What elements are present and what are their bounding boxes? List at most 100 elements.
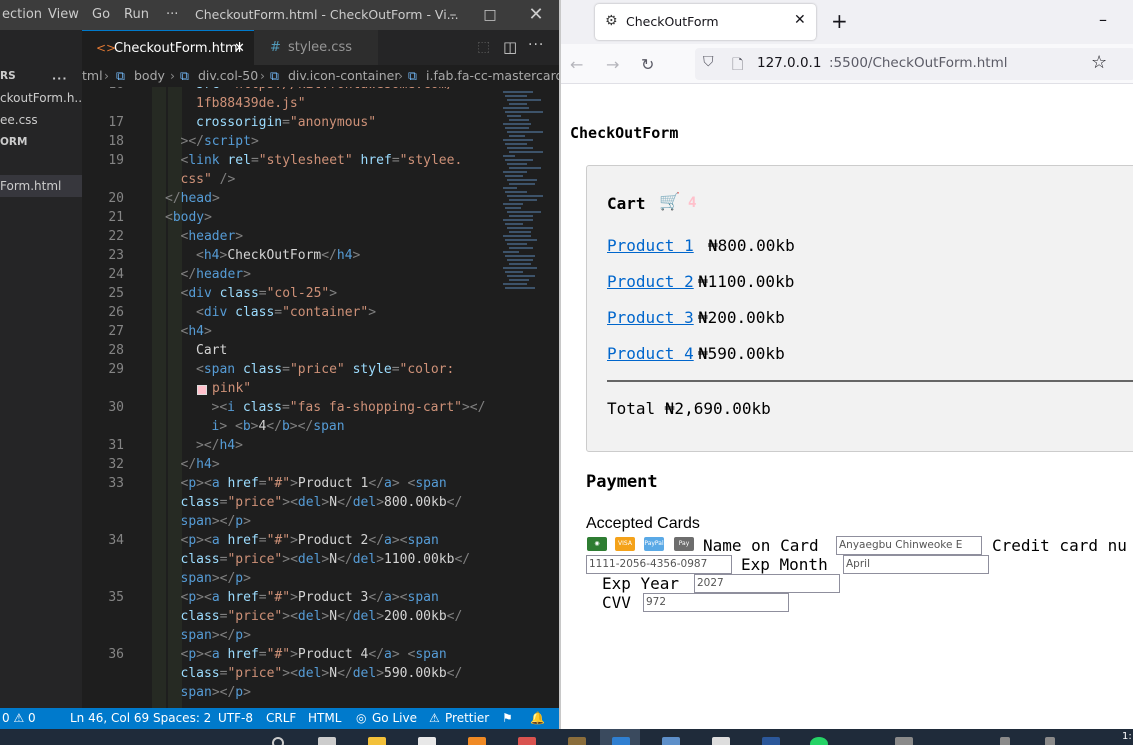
color-swatch-icon[interactable] bbox=[197, 385, 207, 395]
whatsapp-icon[interactable] bbox=[810, 737, 828, 745]
code-line[interactable]: <div class="container"> bbox=[196, 305, 376, 320]
code-line[interactable]: span></p> bbox=[181, 685, 251, 700]
paint-icon[interactable] bbox=[568, 737, 586, 745]
eol-status[interactable]: CRLF bbox=[266, 708, 296, 729]
minimize-icon[interactable]: – bbox=[438, 4, 468, 26]
code-line[interactable]: crossorigin="anonymous" bbox=[196, 115, 376, 130]
code-line[interactable]: <h4> bbox=[181, 324, 212, 339]
code-line[interactable]: </h4> bbox=[181, 457, 220, 472]
notepad-icon[interactable] bbox=[712, 737, 730, 745]
code-line[interactable]: <body> bbox=[165, 210, 212, 225]
product-3-link[interactable]: Product 3 bbox=[607, 308, 694, 327]
code-line[interactable]: pink" bbox=[212, 381, 251, 396]
page-info-icon[interactable]: 🗋 bbox=[732, 54, 743, 78]
reload-icon[interactable]: ↻ bbox=[641, 55, 654, 74]
vscode-icon[interactable] bbox=[612, 737, 630, 745]
code-line[interactable]: span></p> bbox=[181, 571, 251, 586]
code-line[interactable]: ></h4> bbox=[196, 438, 243, 453]
sidebar-item-form-html[interactable]: Form.html bbox=[0, 175, 82, 197]
minimize-icon[interactable]: – bbox=[1099, 10, 1107, 29]
indent-status[interactable]: Spaces: 2 bbox=[153, 708, 211, 729]
tab-close-icon[interactable]: ✕ bbox=[794, 12, 806, 28]
code-line[interactable]: <p><a href="#">Product 2</a><span bbox=[181, 533, 439, 548]
menu-selection[interactable]: ection bbox=[2, 7, 42, 22]
exp-year-input[interactable]: 2027 bbox=[694, 574, 840, 593]
breadcrumb-item[interactable]: i.fab.fa-cc-mastercard bbox=[426, 65, 559, 87]
split-editor-icon[interactable]: ◫ bbox=[503, 38, 517, 56]
volume-icon[interactable] bbox=[1045, 737, 1055, 745]
menu-run[interactable]: Run bbox=[124, 7, 149, 22]
editor-scrollbar[interactable] bbox=[545, 87, 559, 708]
url-bar[interactable]: ⛉ 🗋 127.0.0.1 :5500/CheckOutForm.html ☆ bbox=[695, 48, 1133, 80]
code-line[interactable]: <link rel="stylesheet" href="stylee. bbox=[181, 153, 463, 168]
menu-view[interactable]: View bbox=[48, 7, 79, 22]
language-status[interactable]: HTML bbox=[308, 708, 341, 729]
cvv-input[interactable]: 972 bbox=[643, 593, 789, 612]
tray-icon[interactable] bbox=[895, 737, 913, 745]
product-2-link[interactable]: Product 2 bbox=[607, 272, 694, 291]
app-icon[interactable] bbox=[662, 737, 680, 745]
credit-card-input[interactable]: 1111-2056-4356-0987 bbox=[586, 555, 732, 574]
close-icon[interactable]: ✕ bbox=[521, 4, 551, 26]
editor-more-icon[interactable]: ··· bbox=[528, 37, 544, 53]
breadcrumb-item[interactable]: body bbox=[134, 65, 165, 87]
code-line[interactable]: ></script> bbox=[181, 134, 259, 149]
network-icon[interactable] bbox=[1000, 737, 1010, 745]
minimap[interactable] bbox=[500, 87, 545, 297]
file-explorer-icon[interactable] bbox=[368, 737, 386, 745]
back-icon[interactable]: ← bbox=[570, 55, 583, 74]
search-icon[interactable] bbox=[272, 737, 284, 745]
menu-go[interactable]: Go bbox=[92, 7, 110, 22]
bookmark-star-icon[interactable]: ☆ bbox=[1091, 52, 1107, 73]
code-line[interactable]: class="price"><del>N</del>1100.00kb</ bbox=[181, 552, 471, 567]
app-icon[interactable] bbox=[518, 737, 536, 745]
store-icon[interactable] bbox=[418, 737, 436, 745]
tab-checkoutform-html[interactable]: <> CheckoutForm.html ✕ bbox=[82, 30, 254, 65]
code-line[interactable]: <span class="price" style="color: bbox=[196, 362, 454, 377]
word-icon[interactable] bbox=[762, 737, 780, 745]
product-4-link[interactable]: Product 4 bbox=[607, 344, 694, 363]
breadcrumb-item[interactable]: div.icon-container bbox=[288, 65, 399, 87]
task-view-icon[interactable] bbox=[318, 737, 336, 745]
code-line[interactable]: <p><a href="#">Product 4</a> <span bbox=[181, 647, 447, 662]
code-line[interactable]: <header> bbox=[181, 229, 244, 244]
sidebar-section-folder[interactable]: ORM bbox=[0, 131, 82, 153]
code-line[interactable]: 1fb88439de.js" bbox=[196, 96, 306, 111]
code-line[interactable]: Cart bbox=[196, 343, 227, 358]
code-line[interactable]: src="https://kit.fontawesome.com/ bbox=[196, 87, 454, 92]
forward-icon[interactable]: → bbox=[606, 55, 619, 74]
code-line[interactable]: <h4>CheckOutForm</h4> bbox=[196, 248, 360, 263]
code-line[interactable]: <p><a href="#">Product 1</a> <span bbox=[181, 476, 447, 491]
new-tab-button[interactable]: + bbox=[831, 9, 848, 33]
code-line[interactable]: <div class="col-25"> bbox=[181, 286, 338, 301]
code-line[interactable]: class="price"><del>N</del>590.00kb</ bbox=[181, 666, 463, 681]
product-1-link[interactable]: Product 1 bbox=[607, 236, 694, 255]
code-line[interactable]: span></p> bbox=[181, 628, 251, 643]
bell-icon[interactable]: 🔔 bbox=[530, 708, 545, 729]
sidebar-section-editors[interactable]: RS bbox=[0, 65, 40, 87]
maximize-icon[interactable]: □ bbox=[475, 4, 505, 26]
shield-icon[interactable]: ⛉ bbox=[703, 54, 714, 70]
compare-icon[interactable]: ⬚ bbox=[477, 39, 490, 55]
go-live-button[interactable]: Go Live bbox=[372, 708, 417, 729]
tab-close-icon[interactable]: ✕ bbox=[234, 31, 245, 66]
tab-stylee-css[interactable]: # stylee.css bbox=[254, 30, 378, 65]
code-line[interactable]: span></p> bbox=[181, 514, 251, 529]
menu-more[interactable]: ··· bbox=[166, 7, 178, 22]
feedback-icon[interactable]: ⚑ bbox=[502, 708, 513, 729]
browser-tab[interactable]: ⚙ CheckOutForm ✕ bbox=[595, 4, 816, 40]
code-line[interactable]: i> <b>4</b></span bbox=[212, 419, 345, 434]
breadcrumb-item[interactable]: tml bbox=[82, 65, 103, 87]
firefox-icon[interactable] bbox=[468, 737, 486, 745]
code-line[interactable]: ><i class="fas fa-shopping-cart"></ bbox=[212, 400, 486, 415]
sidebar-item-checkoutform-html[interactable]: ckoutForm.h... bbox=[0, 87, 82, 109]
breadcrumb-item[interactable]: div.col-50 bbox=[198, 65, 258, 87]
code-editor[interactable]: 16src="https://kit.fontawesome.com/1fb88… bbox=[82, 87, 559, 708]
problems-status[interactable]: 0 ⚠ 0 bbox=[2, 708, 36, 729]
code-line[interactable]: class="price"><del>N</del>200.00kb</ bbox=[181, 609, 463, 624]
prettier-button[interactable]: Prettier bbox=[445, 708, 489, 729]
exp-month-input[interactable]: April bbox=[843, 555, 989, 574]
encoding-status[interactable]: UTF-8 bbox=[218, 708, 253, 729]
code-line[interactable]: class="price"><del>N</del>800.00kb</ bbox=[181, 495, 463, 510]
code-line[interactable]: <p><a href="#">Product 3</a><span bbox=[181, 590, 439, 605]
